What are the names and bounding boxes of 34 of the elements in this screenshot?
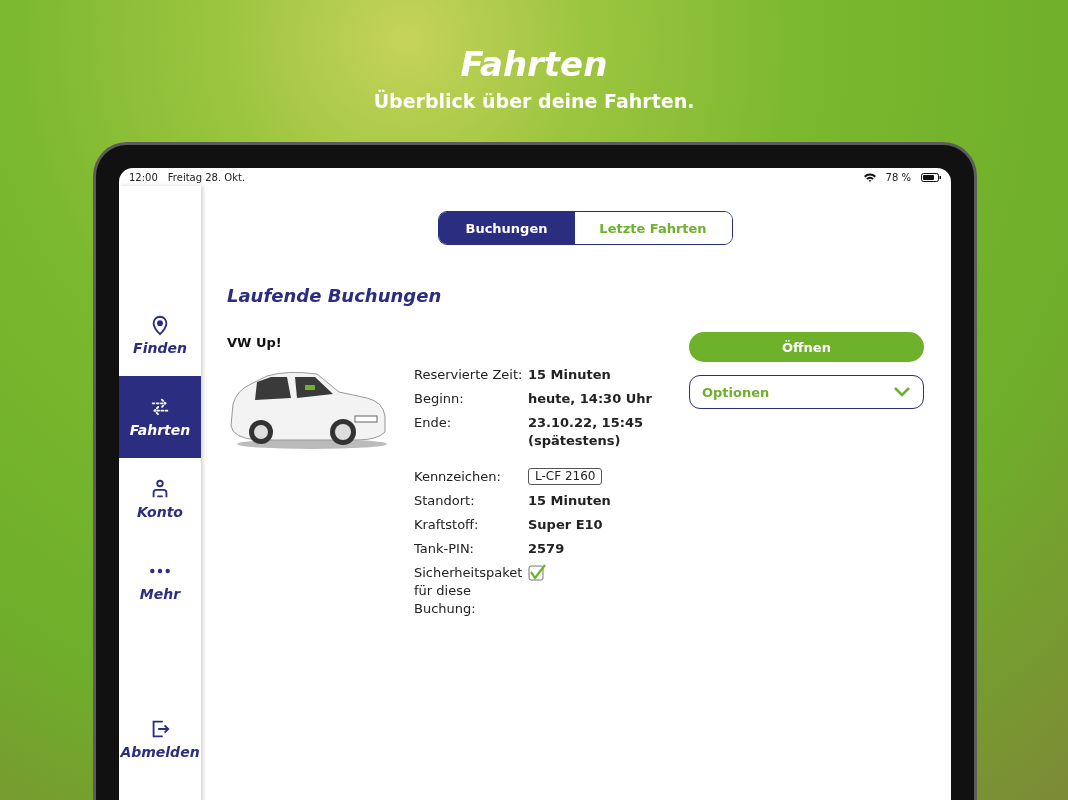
- detail-label: Sicherheitspaket für diese Buchung:: [414, 564, 524, 618]
- battery-icon: [921, 172, 941, 182]
- detail-value: 15 Minuten: [528, 492, 611, 510]
- detail-label: Kraftstoff:: [414, 516, 480, 534]
- detail-value: 15 Minuten: [528, 366, 611, 384]
- logout-button[interactable]: Abmelden: [119, 718, 201, 800]
- detail-value: Super E10: [528, 516, 603, 534]
- segment-tab[interactable]: Buchungen: [438, 212, 575, 244]
- detail-label: Tank-PIN:: [414, 540, 475, 558]
- detail-label: Standort:: [414, 492, 476, 510]
- detail-value: heute, 14:30 Uhr: [528, 390, 652, 408]
- nav-item[interactable]: Konto: [119, 458, 201, 540]
- section-title: Laufende Buchungen: [227, 285, 443, 306]
- vehicle-name: VW Up!: [227, 335, 283, 350]
- swap-arrows-icon: [149, 396, 171, 418]
- detail-label: Kennzeichen:: [414, 468, 502, 486]
- detail-label: Reservierte Zeit:: [414, 366, 524, 384]
- status-date: Freitag 28. Okt.: [167, 171, 246, 183]
- detail-label: Beginn:: [414, 390, 465, 408]
- chevron-down-icon: [893, 386, 911, 398]
- page-subtitle: Überblick über deine Fahrten.: [373, 90, 695, 112]
- more-dots-icon: [149, 568, 171, 574]
- status-time: 12:00: [129, 171, 158, 183]
- detail-label: Ende:: [414, 414, 453, 432]
- detail-value: 23.10.22, 15:45 (spätestens): [528, 414, 644, 450]
- wifi-icon: [863, 172, 876, 182]
- nav-item[interactable]: Mehr: [119, 540, 201, 622]
- nav-item[interactable]: Fahrten: [119, 376, 201, 458]
- license-plate: L-CF 2160: [528, 468, 603, 485]
- battery-percent: 78 %: [885, 171, 911, 183]
- checkbox[interactable]: [528, 564, 546, 582]
- nav-item[interactable]: Finden: [119, 294, 201, 376]
- detail-value: 2579: [528, 540, 565, 558]
- page-title: Fahrten: [460, 44, 608, 84]
